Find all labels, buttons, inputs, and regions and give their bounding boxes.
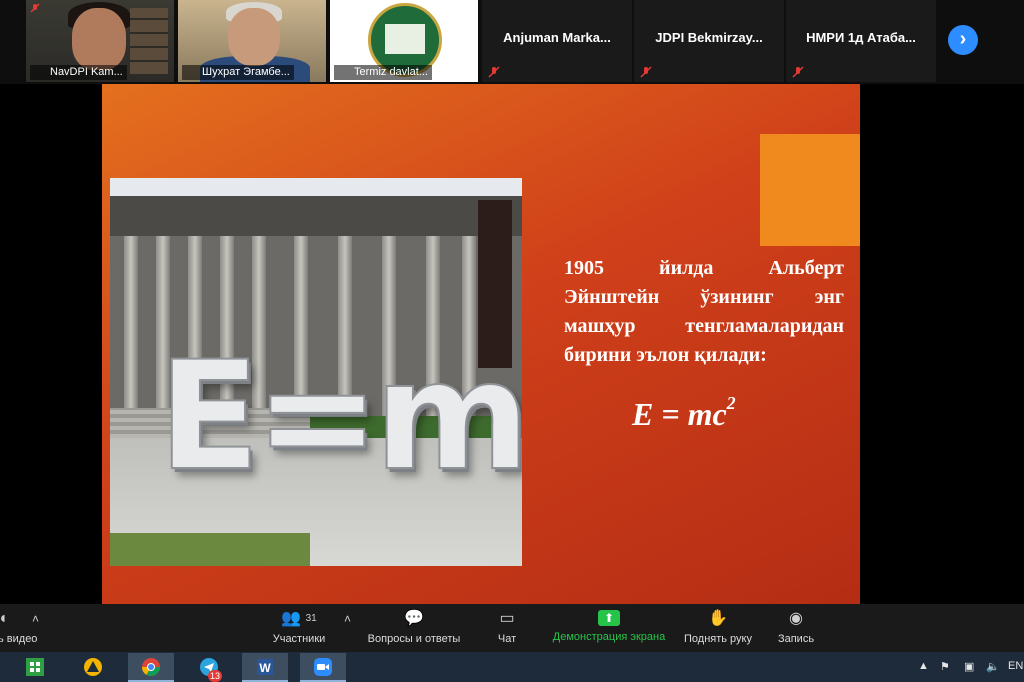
triangle-app-icon xyxy=(84,658,102,676)
participant-name: Шухрат Эгамбе... xyxy=(182,65,294,80)
tray-expand-icon[interactable]: ▲ xyxy=(918,660,929,672)
emc2-sculpture-photo: E=mc2 xyxy=(110,178,522,566)
participant-face xyxy=(228,8,280,66)
share-screen-button[interactable]: ⬆ Демонстрация экрана xyxy=(548,610,670,643)
muted-mic-icon xyxy=(488,66,500,78)
participant-tile-5[interactable]: JDPI Bekmirzay... xyxy=(634,0,784,82)
taskbar-app-telegram[interactable]: 13 xyxy=(186,653,232,682)
chrome-icon xyxy=(142,658,160,677)
participant-name: Termiz davlat... xyxy=(334,65,432,80)
participant-tile-4[interactable]: Anjuman Marka... xyxy=(482,0,632,82)
sculpture-letters: E=mc2 xyxy=(157,329,522,505)
participant-video-2[interactable]: Шухрат Эгамбе... xyxy=(178,0,326,82)
taskbar-app-zoom[interactable] xyxy=(300,653,346,682)
participants-icon: 👥 31 xyxy=(281,610,317,627)
bookshelf xyxy=(130,8,168,74)
next-page-button[interactable]: › xyxy=(948,25,978,55)
taskbar-app-start[interactable] xyxy=(12,653,58,682)
word-icon: W xyxy=(257,659,273,675)
zoom-icon xyxy=(314,658,332,676)
raise-hand-button[interactable]: ✋ Поднять руку xyxy=(680,610,756,645)
screen-share-area: E=mc2 1905 йилда Альберт Эйнштейн ўзинин… xyxy=(0,84,1024,604)
chat-icon: ▭ xyxy=(499,610,515,627)
presentation-slide: E=mc2 1905 йилда Альберт Эйнштейн ўзинин… xyxy=(102,84,860,604)
svg-text:W: W xyxy=(259,661,271,675)
taskbar-app-chrome[interactable] xyxy=(128,653,174,682)
windows-taskbar: 13 W ▲ ⚑ ▣ 🔈 EN xyxy=(0,652,1024,682)
raise-hand-icon: ✋ xyxy=(708,610,728,627)
participants-button[interactable]: 👥 31 Участники xyxy=(268,610,330,645)
flag-icon[interactable]: ⚑ xyxy=(940,660,950,673)
emc2-formula: E = mc2 xyxy=(632,393,736,432)
qa-bubbles-icon: 💬 xyxy=(404,610,424,627)
green-windows-icon xyxy=(26,658,44,676)
participant-video-3[interactable]: Termiz davlat... xyxy=(330,0,478,82)
qa-button[interactable]: 💬 Вопросы и ответы xyxy=(364,610,464,645)
volume-icon[interactable]: 🔈 xyxy=(986,660,1000,673)
record-icon: ◉ xyxy=(789,610,803,627)
unread-badge: 13 xyxy=(208,670,222,682)
record-button[interactable]: ◉ Запись xyxy=(774,610,818,645)
participants-strip: NavDPI Kam... Шухрат Эгамбе... Termiz da… xyxy=(0,0,1024,84)
muted-mic-icon xyxy=(640,66,652,78)
participant-video-1[interactable]: NavDPI Kam... xyxy=(26,0,174,82)
meeting-toolbar: ◖ ь видео ˄ 👥 31 Участники ˄ 💬 Вопросы и… xyxy=(0,604,1024,652)
accent-square xyxy=(760,134,860,246)
participant-face xyxy=(72,8,126,70)
participant-tile-6[interactable]: НМРИ 1д Атаба... xyxy=(786,0,936,82)
taskbar-app-argus[interactable] xyxy=(70,653,116,682)
share-screen-icon: ⬆ xyxy=(598,610,620,626)
participant-name: Anjuman Marka... xyxy=(503,30,611,45)
taskbar-app-word[interactable]: W xyxy=(242,653,288,682)
participants-options-caret[interactable]: ˄ xyxy=(344,612,351,626)
participant-name: JDPI Bekmirzay... xyxy=(655,30,763,45)
slide-paragraph: 1905 йилда Альберт Эйнштейн ўзининг энг … xyxy=(564,257,844,366)
video-options-caret[interactable]: ˄ xyxy=(32,612,39,626)
language-indicator[interactable]: EN xyxy=(1008,660,1023,672)
participant-name: НМРИ 1д Атаба... xyxy=(806,30,916,45)
chat-button[interactable]: ▭ Чат xyxy=(490,610,524,645)
muted-mic-icon xyxy=(30,3,40,13)
chevron-right-icon: › xyxy=(959,28,967,50)
muted-mic-icon xyxy=(792,66,804,78)
network-icon[interactable]: ▣ xyxy=(964,660,974,673)
participant-name: NavDPI Kam... xyxy=(30,65,127,80)
